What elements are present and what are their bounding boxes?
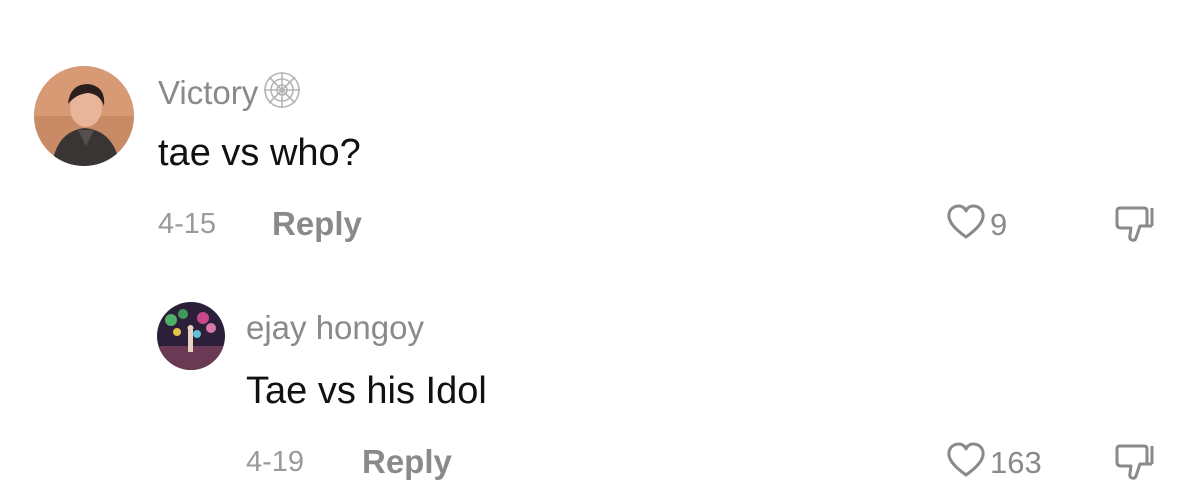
comment-date: 4-15 <box>158 208 217 240</box>
like-count: 163 <box>990 444 1042 480</box>
like-button[interactable]: 9 <box>946 204 1007 245</box>
reply-button[interactable]: Reply <box>362 442 452 482</box>
like-button[interactable]: 163 <box>946 442 1042 483</box>
comment-date: 4-19 <box>246 446 305 478</box>
comment-text: Tae vs his Idol <box>246 370 487 412</box>
username[interactable]: Victory <box>158 70 304 119</box>
thumbs-down-icon <box>1112 444 1156 486</box>
thumbs-down-icon <box>1112 206 1156 248</box>
like-count: 9 <box>990 206 1008 242</box>
spider-web-icon <box>260 70 304 119</box>
dislike-button[interactable] <box>1112 442 1156 487</box>
avatar[interactable] <box>34 66 134 166</box>
comment-item: Victory tae vs who? 4-15 Reply 9 <box>0 0 1200 260</box>
username[interactable]: ejay hongoy <box>246 308 424 348</box>
reply-comment-item: ejay hongoy Tae vs his Idol 4-19 Reply 1… <box>0 260 1200 504</box>
comment-text: tae vs who? <box>158 132 361 174</box>
avatar-image <box>157 302 225 370</box>
reply-button[interactable]: Reply <box>272 204 362 244</box>
heart-icon <box>946 204 986 245</box>
dislike-button[interactable] <box>1112 204 1156 249</box>
heart-icon <box>946 442 986 483</box>
avatar[interactable] <box>157 302 225 370</box>
avatar-image <box>34 66 134 166</box>
